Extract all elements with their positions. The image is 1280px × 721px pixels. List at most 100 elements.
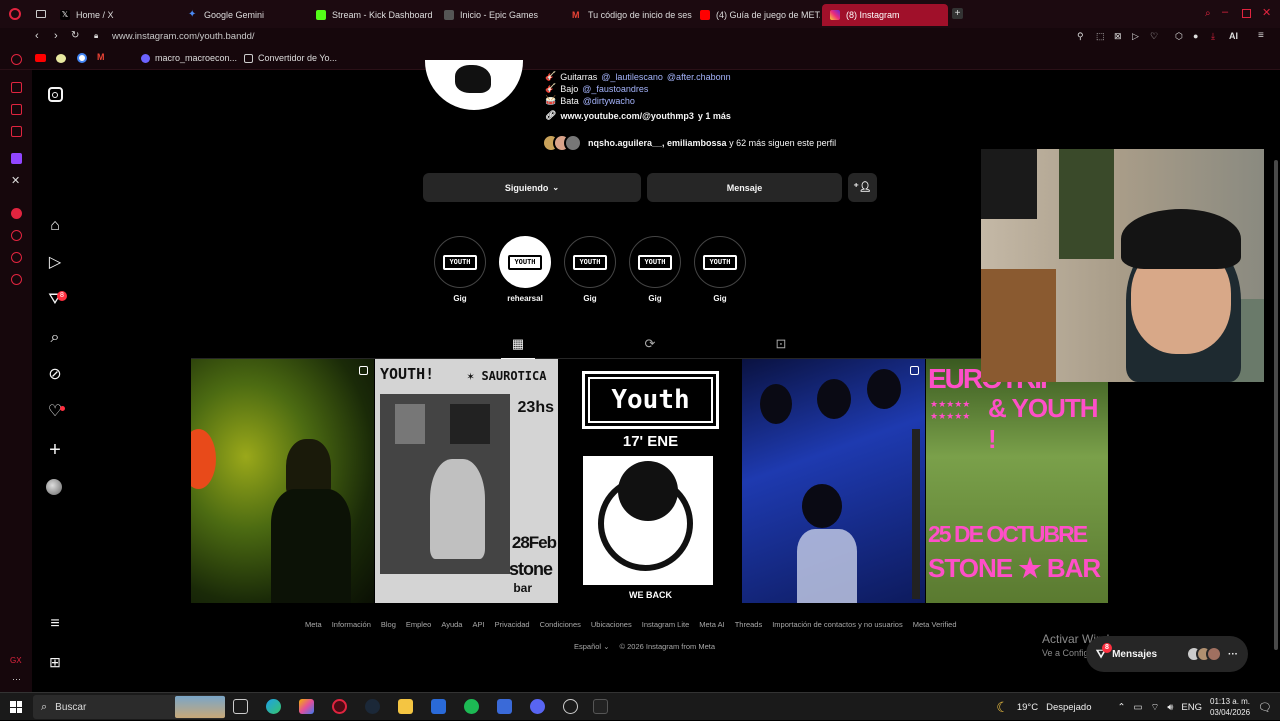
weather-desc[interactable]: Despejado <box>1046 702 1091 713</box>
bookmark-gmail-icon[interactable]: M <box>97 52 105 62</box>
battery-icon[interactable]: ▭ <box>1133 702 1142 713</box>
more-icon[interactable]: ··· <box>1228 649 1238 660</box>
footer-link[interactable]: Blog <box>381 620 396 629</box>
notifications-icon[interactable]: 🗨︎ <box>1258 701 1272 714</box>
bookmark-converter[interactable]: Convertidor de Yo... <box>244 53 337 63</box>
post-concert-photo[interactable] <box>191 359 374 603</box>
spotify-icon[interactable] <box>464 699 479 714</box>
sidebar-settings-icon[interactable] <box>11 274 22 285</box>
followed-by-users[interactable]: nqsho.aguilera__, emiliambossa <box>588 138 727 148</box>
footer-link[interactable]: Importación de contactos y no usuarios <box>772 620 903 629</box>
search-icon[interactable]: ⌕ <box>46 329 64 347</box>
sidebar-history-icon[interactable] <box>11 230 22 241</box>
instagram-logo-icon[interactable] <box>46 86 64 104</box>
sidebar-news-icon[interactable] <box>11 126 22 137</box>
block-icon[interactable]: ⊠ <box>1114 31 1122 42</box>
footer-link[interactable]: Threads <box>735 620 763 629</box>
bookmark-google-icon[interactable] <box>77 53 87 63</box>
minimize-button[interactable]: – <box>1222 6 1228 18</box>
task-view-icon[interactable] <box>233 699 248 714</box>
file-explorer-icon[interactable] <box>398 699 413 714</box>
discord-icon[interactable] <box>530 699 545 714</box>
footer-link[interactable]: Ubicaciones <box>591 620 632 629</box>
tab-instagram[interactable]: (8) Instagram <box>822 4 948 26</box>
post-youth-17-ene[interactable]: Youth 17' ENE WE BACK <box>559 359 742 603</box>
more-menu-icon[interactable]: ≡ <box>46 615 64 633</box>
followed-by[interactable]: nqsho.aguilera__, emiliambossa y 62 más … <box>542 134 836 152</box>
highlight[interactable]: YOUTH Gig <box>629 236 681 303</box>
tab-epic[interactable]: Inicio - Epic Games <box>436 4 564 26</box>
footer-link[interactable]: Privacidad <box>495 620 530 629</box>
opera-gx-icon[interactable] <box>332 699 347 714</box>
ai-button[interactable]: AI <box>1229 31 1238 41</box>
sidebar-twitch-icon[interactable] <box>11 153 22 164</box>
sidebar-bookmarks-icon[interactable] <box>11 104 22 115</box>
windows-start-icon[interactable] <box>10 701 22 713</box>
threads-grid-icon[interactable]: ⊞ <box>46 653 64 671</box>
url-field[interactable]: www.instagram.com/youth.bandd/ <box>112 31 255 42</box>
obs-icon[interactable] <box>563 699 578 714</box>
post-eurotrip-poster[interactable]: EUROTRIP ★★★★★ ★★★★★ & YOUTH ! 25 DE OCT… <box>926 359 1108 603</box>
profile-icon[interactable]: ● <box>1193 31 1198 41</box>
message-button[interactable]: Mensaje <box>647 173 842 202</box>
highlight[interactable]: YOUTH Gig <box>434 236 486 303</box>
weather-temp[interactable]: 19°C <box>1017 702 1038 713</box>
taskbar-search[interactable]: ⌕ Buscar <box>33 695 225 719</box>
mention-link[interactable]: @_faustoandres <box>582 84 648 94</box>
menu-icon[interactable]: ≡ <box>1258 30 1264 41</box>
footer-link[interactable]: Meta <box>305 620 322 629</box>
forward-icon[interactable]: › <box>54 30 58 42</box>
language-indicator[interactable]: ENG <box>1181 702 1202 713</box>
sidebar-gx-icon[interactable]: GX <box>10 656 22 665</box>
footer-link[interactable]: Condiciones <box>540 620 581 629</box>
home-icon[interactable]: ⌂ <box>46 217 64 235</box>
extensions-icon[interactable]: ⬡ <box>1175 31 1183 42</box>
clock[interactable]: 01:13 a. m. 03/04/2026 <box>1210 696 1250 718</box>
scrollbar[interactable] <box>1274 160 1278 650</box>
footer-link[interactable]: API <box>472 620 484 629</box>
following-button[interactable]: Siguiendo ⌄ <box>423 173 641 202</box>
store-icon[interactable] <box>497 699 512 714</box>
sidebar-aria-icon[interactable] <box>11 54 22 65</box>
tab-overview-icon[interactable] <box>36 10 46 18</box>
maximize-button[interactable] <box>1242 9 1251 18</box>
post-saurotica-poster[interactable]: YOUTH! ✶ SAUROTICA 23hs 28Feb stone bar <box>375 359 558 603</box>
website-url[interactable]: www.youtube.com/@youthmp3 <box>560 111 693 121</box>
search-tabs-icon[interactable]: ⌕ <box>1205 8 1211 19</box>
tab-gemini[interactable]: ✦ Google Gemini <box>180 4 308 26</box>
explore-icon[interactable]: ⊘ <box>46 366 64 384</box>
tab-kick[interactable]: Stream - Kick Dashboard <box>308 4 436 26</box>
new-tab-button[interactable]: + <box>952 8 963 19</box>
edge-icon[interactable] <box>266 699 281 714</box>
tab-tagged-icon[interactable]: ⊡ <box>772 336 790 352</box>
website-link[interactable]: 🔗︎ www.youtube.com/@youthmp3 y 1 más <box>545 110 731 121</box>
sidebar-messenger-icon[interactable] <box>11 82 22 93</box>
website-more[interactable]: y 1 más <box>698 111 731 121</box>
close-window-button[interactable]: ✕ <box>1262 6 1271 19</box>
download-icon[interactable]: ⤓ <box>1211 31 1215 42</box>
highlight[interactable]: YOUTH Gig <box>564 236 616 303</box>
profile-avatar-large[interactable] <box>425 60 523 110</box>
copilot-icon[interactable] <box>299 699 314 714</box>
language-select[interactable]: Español ⌄ <box>574 642 610 651</box>
volume-icon[interactable]: 🔊︎ <box>1167 702 1173 713</box>
post-band-photo[interactable] <box>742 359 925 603</box>
footer-link[interactable]: Meta AI <box>699 620 724 629</box>
pin-icon[interactable]: ⚲ <box>1077 31 1084 42</box>
bookmark-youtube-icon[interactable] <box>35 54 46 62</box>
footer-link[interactable]: Información <box>332 620 371 629</box>
footer-link[interactable]: Meta Verified <box>913 620 957 629</box>
opera-logo-icon[interactable] <box>9 8 21 20</box>
heart-icon[interactable]: ♡ <box>1150 31 1158 42</box>
sidebar-music-icon[interactable] <box>11 208 22 219</box>
highlight[interactable]: YOUTH Gig <box>694 236 746 303</box>
footer-link[interactable]: Instagram Lite <box>642 620 690 629</box>
highlight[interactable]: YOUTH rehearsal <box>499 236 551 303</box>
play-icon[interactable]: ▷ <box>1132 31 1139 42</box>
messages-pill[interactable]: ⛛ 8 Mensajes ··· <box>1086 636 1248 672</box>
steam-icon[interactable] <box>365 699 380 714</box>
add-user-button[interactable]: ⁺👤︎ <box>848 173 877 202</box>
network-icon[interactable]: ⌔ <box>1150 702 1159 713</box>
tab-posts-grid-icon[interactable]: ▦ <box>501 336 535 359</box>
footer-link[interactable]: Empleo <box>406 620 431 629</box>
